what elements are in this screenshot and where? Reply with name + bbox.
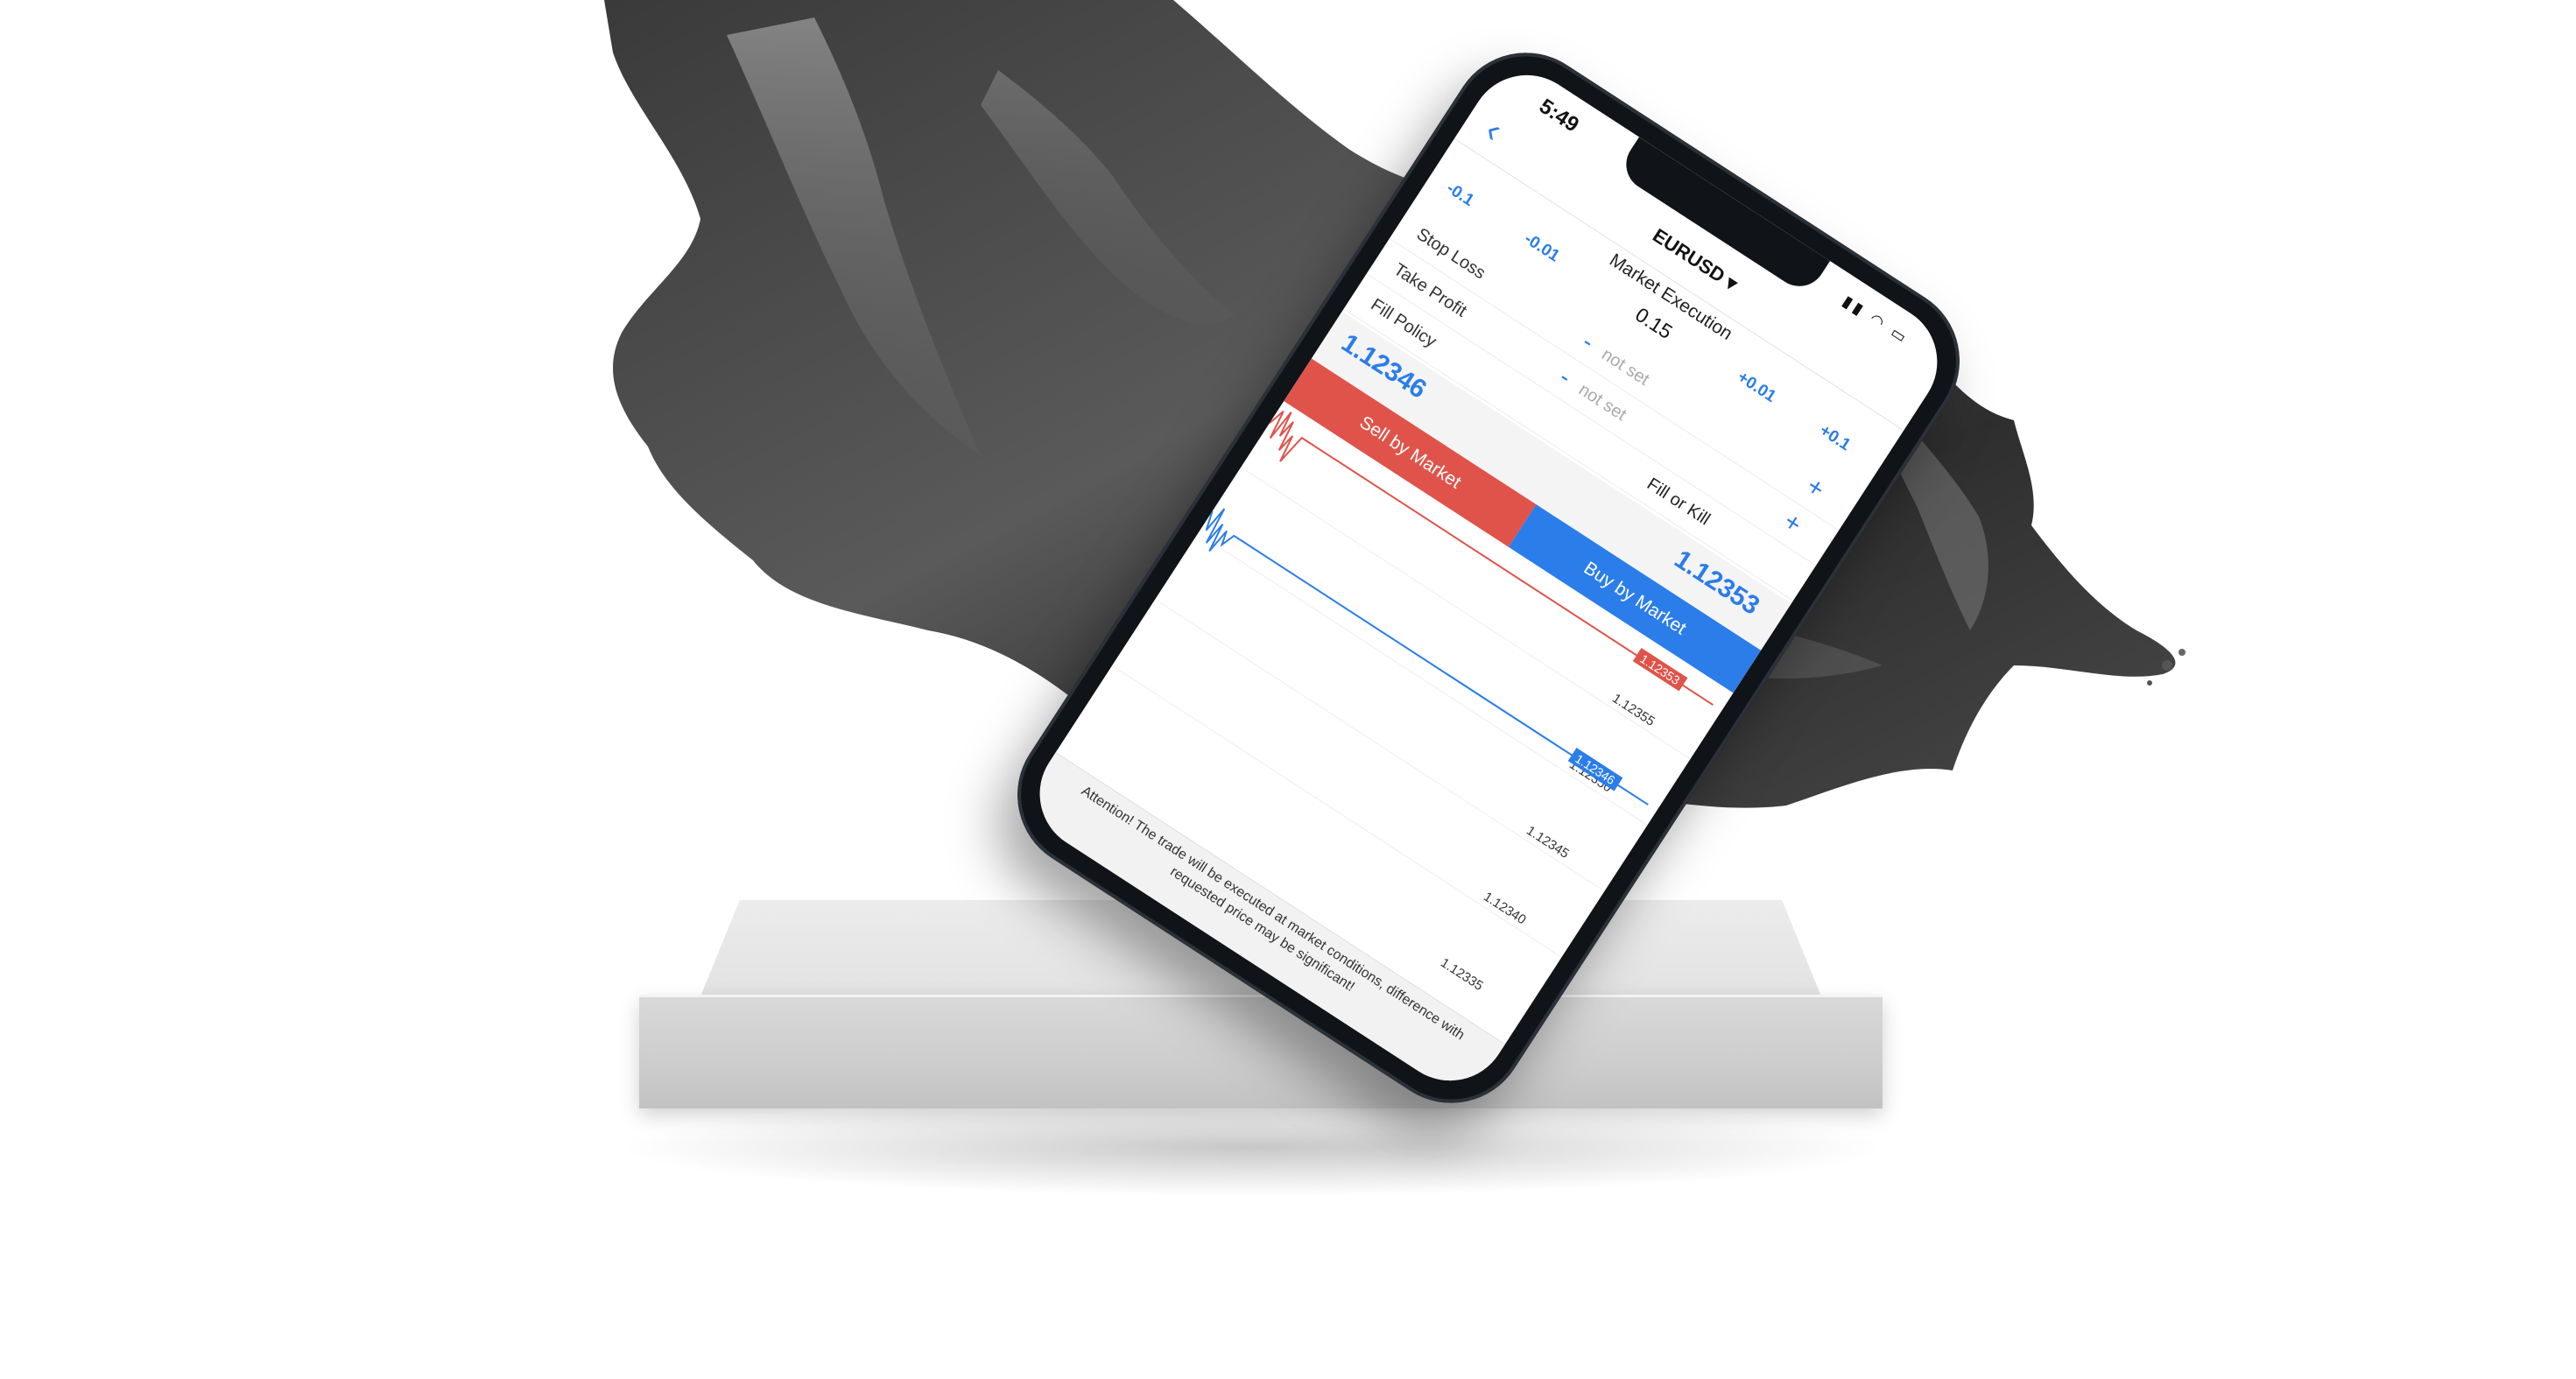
- caret-down-icon: ▾: [1721, 271, 1742, 295]
- grid-line: [1154, 599, 1605, 892]
- shelf-shadow: [630, 1099, 1874, 1195]
- shelf-front: [639, 996, 1883, 1108]
- product-scene: 5:49 ▮▮ ◠ ▭ ‹ EURUSD ▾ Market Execution …: [0, 0, 2576, 1379]
- status-time: 5:49: [1534, 94, 1583, 137]
- shelf-edge: [639, 995, 1883, 997]
